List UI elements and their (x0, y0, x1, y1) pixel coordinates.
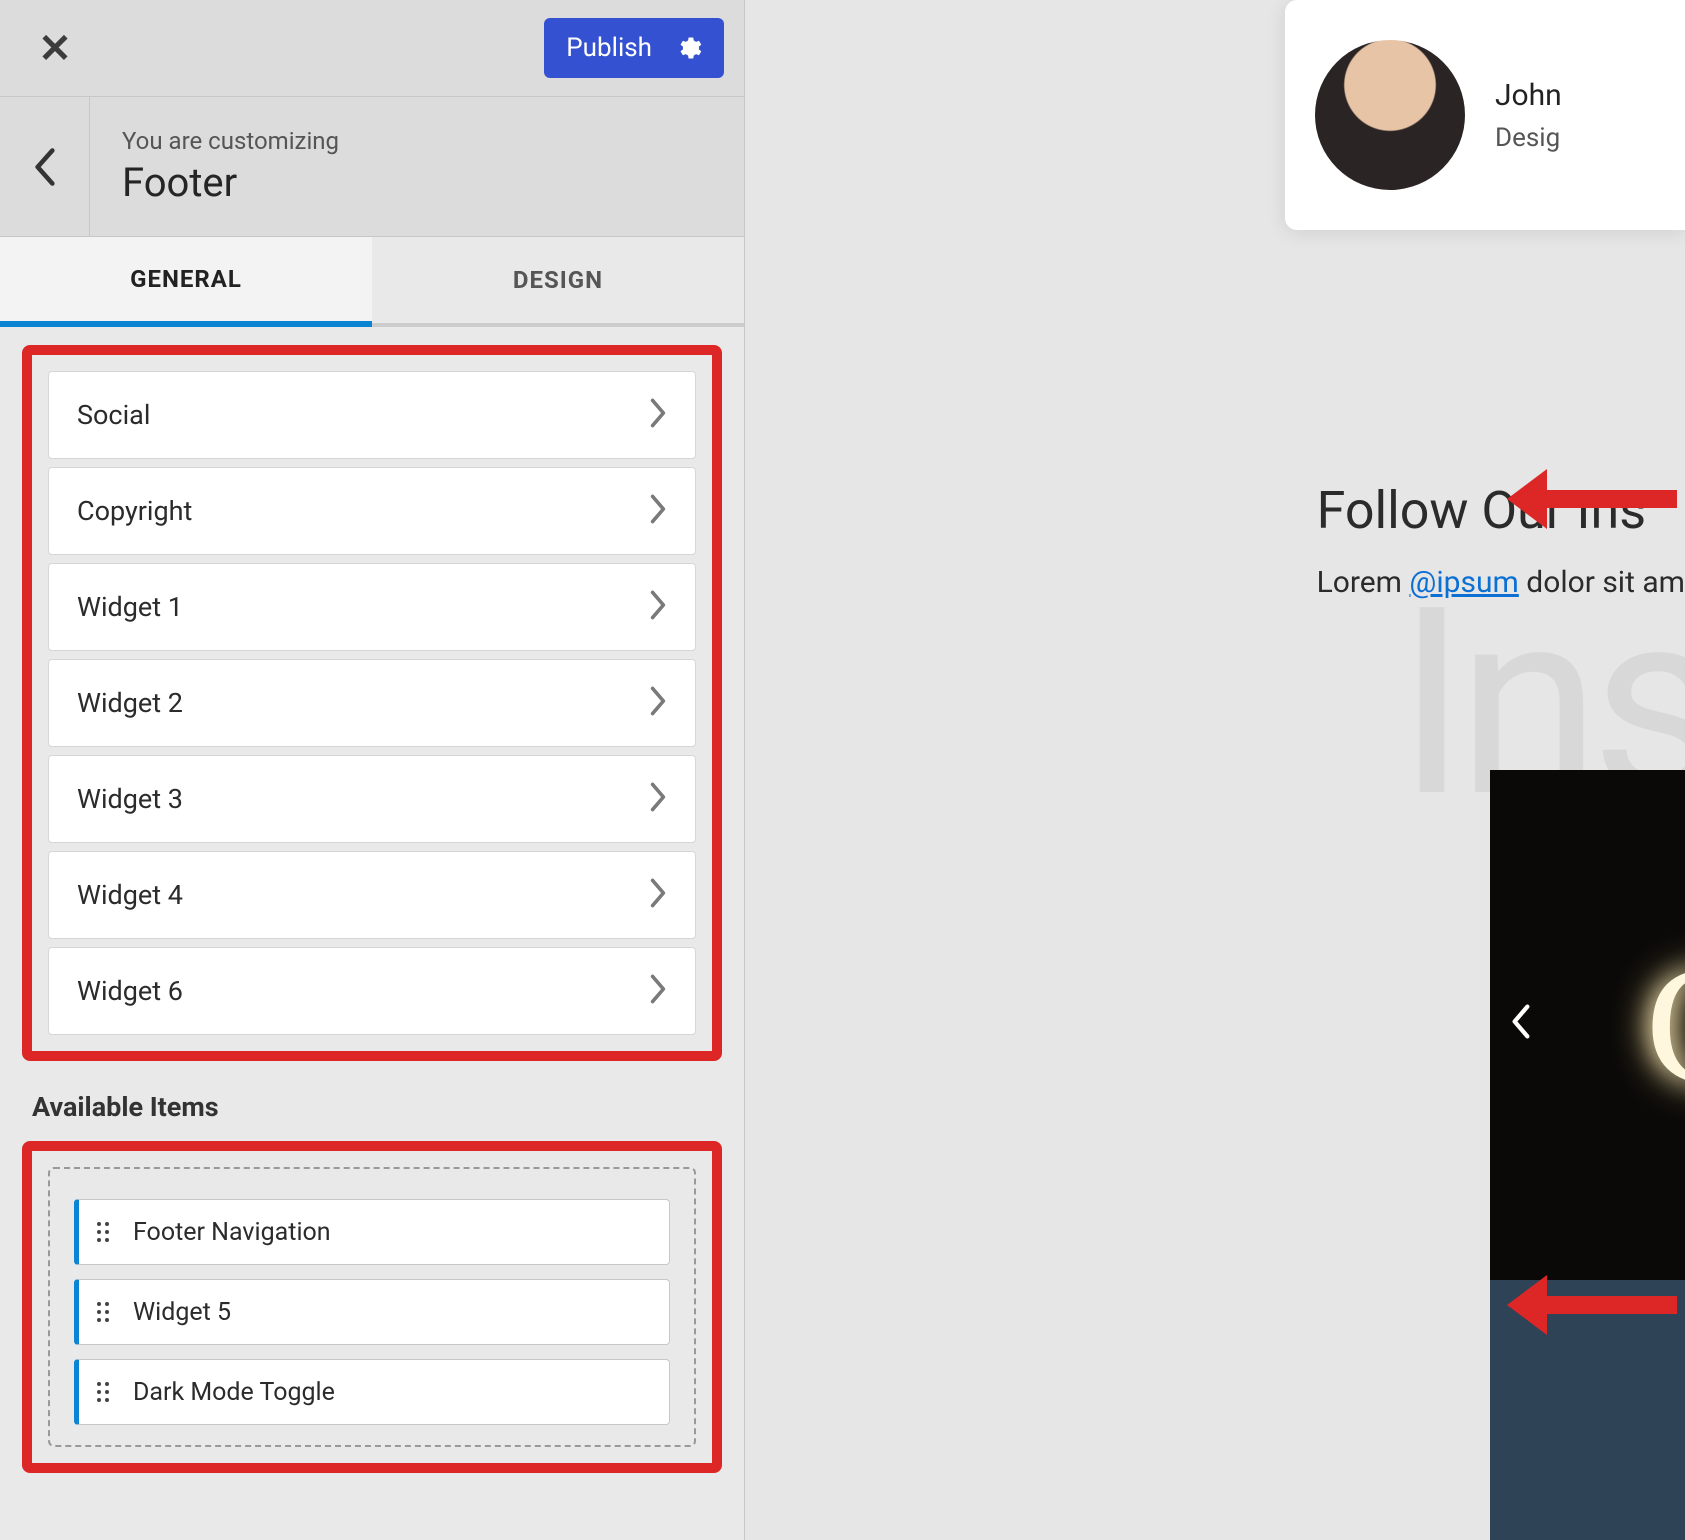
row-label: Widget 2 (77, 687, 183, 719)
annotation-current: Currently Used Widget Settings (1497, 375, 1685, 623)
current-widgets-box: Social Copyright Widget 1 Widget 2 Widge… (22, 345, 722, 1061)
drag-handle-icon[interactable] (97, 1222, 117, 1242)
tab-design[interactable]: DESIGN (372, 237, 744, 323)
arrow-left-icon (1497, 1265, 1677, 1345)
row-label: Social (77, 399, 150, 431)
available-drop-area[interactable]: Footer Navigation Widget 5 Dark Mode Tog… (48, 1167, 696, 1447)
drag-handle-icon[interactable] (97, 1382, 117, 1402)
publish-group: Publish (544, 18, 724, 78)
widget-row-widget4[interactable]: Widget 4 (48, 851, 696, 939)
chevron-right-icon (649, 590, 667, 624)
chevron-right-icon (649, 974, 667, 1008)
tab-general[interactable]: GENERAL (0, 237, 372, 327)
available-label: Dark Mode Toggle (133, 1378, 335, 1407)
available-heading: Available Items (32, 1091, 712, 1123)
tabs: GENERAL DESIGN (0, 237, 744, 327)
chevron-right-icon (649, 398, 667, 432)
close-icon[interactable]: ✕ (20, 25, 90, 72)
widget-row-copyright[interactable]: Copyright (48, 467, 696, 555)
chevron-right-icon (649, 686, 667, 720)
chevron-left-icon (34, 148, 56, 186)
follow-pre: Lorem (1317, 565, 1410, 600)
chevron-left-icon (1510, 1005, 1532, 1039)
gallery-prev-button[interactable] (1510, 1002, 1532, 1049)
row-label: Widget 1 (77, 591, 183, 623)
row-label: Widget 3 (77, 783, 183, 815)
chevron-right-icon (649, 494, 667, 528)
gallery: CoOL (1490, 770, 1685, 1280)
available-item-footer-navigation[interactable]: Footer Navigation (74, 1199, 670, 1265)
row-label: Copyright (77, 495, 192, 527)
chevron-right-icon (649, 878, 667, 912)
back-button[interactable] (0, 97, 90, 236)
breadcrumb-section: Footer (122, 159, 339, 206)
publish-button[interactable]: Publish (544, 18, 724, 78)
user-role: Desig (1495, 123, 1562, 153)
gear-icon[interactable] (674, 34, 702, 62)
user-meta: John Desig (1495, 78, 1562, 153)
row-label: Widget 6 (77, 975, 183, 1007)
row-label: Widget 4 (77, 879, 183, 911)
available-item-widget5[interactable]: Widget 5 (74, 1279, 670, 1345)
customizer-panel: ✕ Publish You are customizing Footer GEN… (0, 0, 745, 1540)
preview-pane: John Desig Ins Follow Our Ins Lorem @ips… (745, 0, 1685, 1540)
annotation-available: Available Footer Items (1497, 1265, 1685, 1345)
drag-handle-icon[interactable] (97, 1302, 117, 1322)
publish-label: Publish (566, 33, 652, 63)
gallery-image-text: CoOL (1646, 928, 1685, 1123)
widget-row-widget1[interactable]: Widget 1 (48, 563, 696, 651)
chevron-right-icon (649, 782, 667, 816)
breadcrumb-pre: You are customizing (122, 127, 339, 155)
widget-row-widget3[interactable]: Widget 3 (48, 755, 696, 843)
widget-row-social[interactable]: Social (48, 371, 696, 459)
user-card: John Desig (1285, 0, 1685, 230)
available-items-box: Footer Navigation Widget 5 Dark Mode Tog… (22, 1141, 722, 1473)
arrow-left-icon (1497, 459, 1677, 539)
available-label: Footer Navigation (133, 1218, 331, 1247)
top-bar: ✕ Publish (0, 0, 744, 97)
breadcrumb-text: You are customizing Footer (90, 127, 339, 206)
breadcrumb-row: You are customizing Footer (0, 97, 744, 237)
widget-row-widget6[interactable]: Widget 6 (48, 947, 696, 1035)
available-item-dark-mode[interactable]: Dark Mode Toggle (74, 1359, 670, 1425)
user-name: John (1495, 78, 1562, 113)
panel-content: Social Copyright Widget 1 Widget 2 Widge… (0, 327, 744, 1540)
widget-row-widget2[interactable]: Widget 2 (48, 659, 696, 747)
available-label: Widget 5 (133, 1298, 231, 1327)
avatar (1315, 40, 1465, 190)
